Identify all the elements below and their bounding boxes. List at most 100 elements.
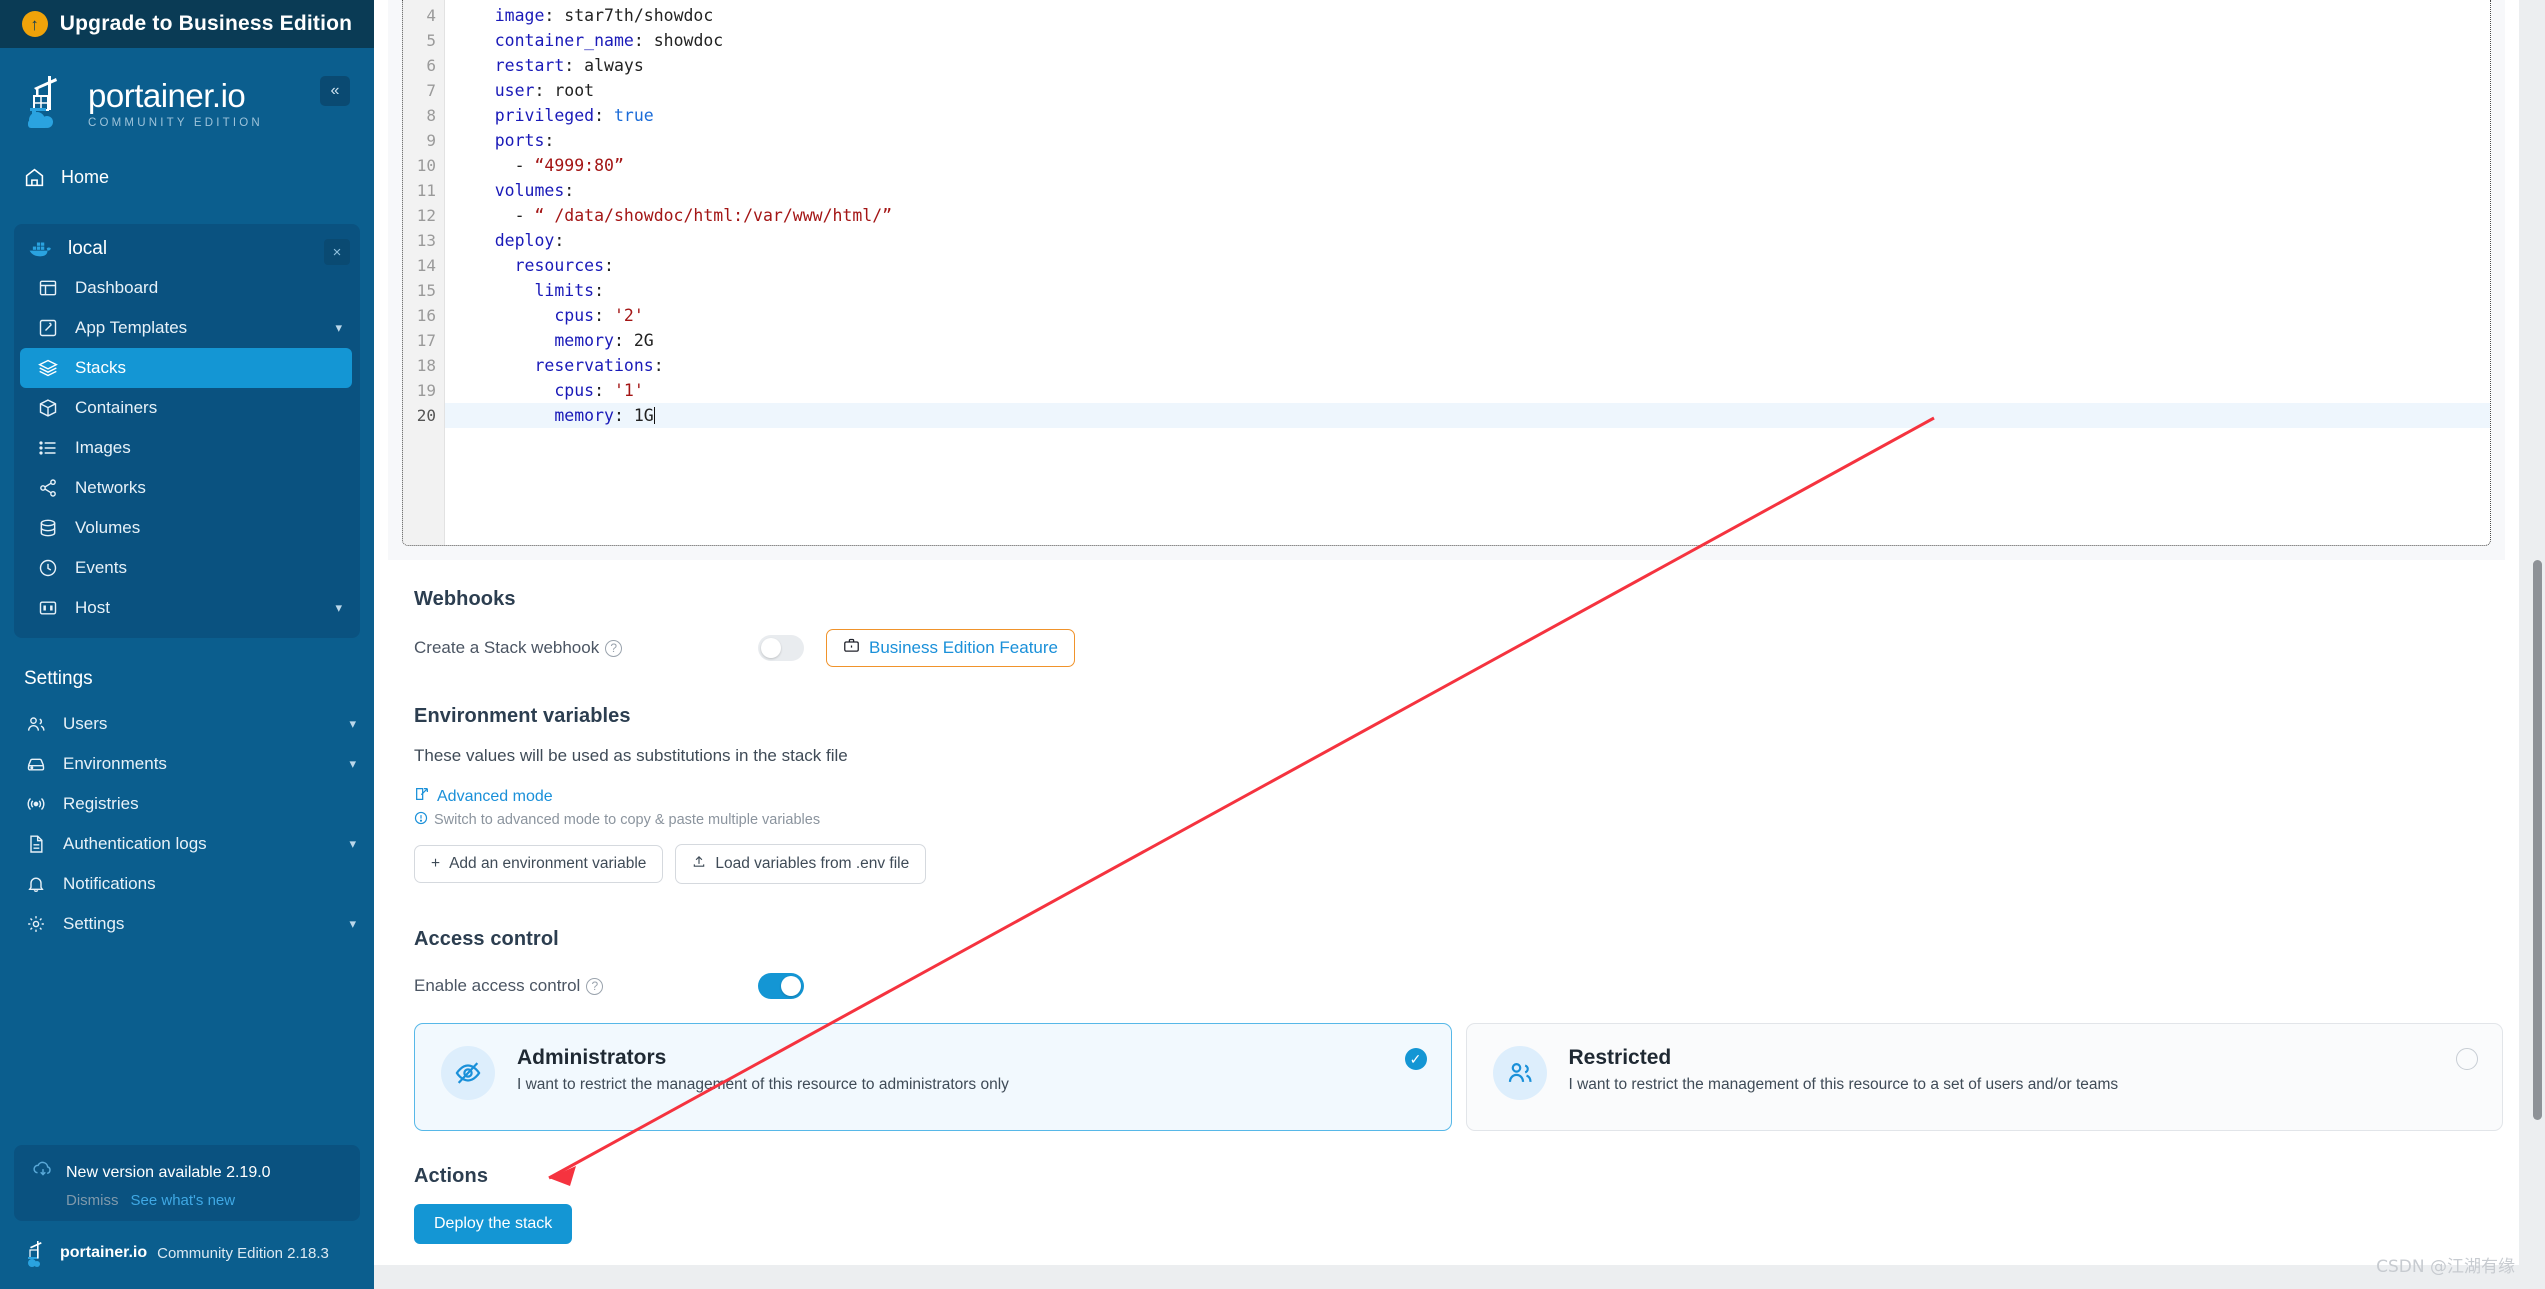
load-env-file-label: Load variables from .env file [715, 855, 910, 872]
editor-code-line[interactable]: - “ /data/showdoc/html:/var/www/html/” [445, 203, 2490, 228]
close-environment-button[interactable]: × [324, 239, 350, 265]
business-edition-badge-label: Business Edition Feature [869, 638, 1058, 657]
users-icon [24, 714, 48, 734]
editor-line-number: 17 [416, 331, 436, 350]
access-control-options: Administrators I want to restrict the man… [414, 1023, 2519, 1131]
editor-code-line[interactable]: privileged: true [445, 103, 2490, 128]
radio-empty-icon[interactable] [2456, 1048, 2478, 1070]
editor-code-line[interactable]: limits: [445, 278, 2490, 303]
check-circle-icon[interactable]: ✓ [1404, 1048, 1427, 1070]
layers-icon [36, 358, 60, 378]
advanced-mode-link[interactable]: Advanced mode [414, 786, 553, 807]
clock-icon [36, 558, 60, 578]
chevron-down-icon[interactable]: ▾ [349, 756, 356, 772]
sidebar-item-home[interactable]: Home [0, 156, 374, 198]
upload-icon [692, 854, 706, 874]
stack-webhook-toggle[interactable] [758, 635, 804, 661]
editor-code-line[interactable]: image: star7th/showdoc [445, 3, 2490, 28]
upgrade-banner-label: Upgrade to Business Edition [59, 12, 353, 35]
editor-code-line[interactable]: user: root [445, 78, 2490, 103]
sidebar-item-events[interactable]: Events [14, 548, 360, 588]
brand-subtitle: COMMUNITY EDITION [88, 117, 263, 129]
editor-code-line[interactable]: reservations: [445, 353, 2490, 378]
question-circle-icon[interactable]: ? [605, 639, 623, 657]
add-environment-variable-button[interactable]: + Add an environment variable [414, 845, 664, 883]
chevron-down-icon[interactable]: ▾ [349, 836, 356, 852]
editor-code-line[interactable]: container_name: showdoc [445, 28, 2490, 53]
sidebar-item-networks[interactable]: Networks [14, 468, 360, 508]
sidebar-item-app-templates[interactable]: App Templates ▾ [14, 308, 360, 348]
editor-code-line[interactable]: volumes: [445, 178, 2490, 203]
advanced-mode-hint: Switch to advanced mode to copy & paste … [414, 811, 2519, 828]
editor-code-line[interactable]: cpus: '2' [445, 303, 2490, 328]
editor-code-line[interactable]: memory: 1G [445, 403, 2490, 428]
sidebar-item-containers[interactable]: Containers [14, 388, 360, 428]
info-circle-icon [414, 811, 428, 828]
yaml-code-editor[interactable]: 4 5 6 7 8 9 10 11 12 13 14 15 16 17 18 19 20 image: star… [402, 0, 2491, 546]
settings-nav-list: Users ▾ Environments ▾ Registries Authenticat… [0, 704, 374, 944]
deploy-the-stack-button[interactable]: Deploy the stack [414, 1204, 573, 1244]
eye-off-icon [441, 1046, 495, 1100]
editor-code-line[interactable]: ports: [445, 128, 2490, 153]
sidebar-item-label: Volumes [75, 518, 141, 537]
editor-code-line[interactable]: resources: [445, 253, 2490, 278]
enable-access-control-toggle[interactable] [758, 973, 804, 999]
sidebar-item-label: Environments [63, 754, 167, 773]
environment-header[interactable]: local × [14, 230, 360, 268]
editor-line-number: 5 [426, 31, 436, 50]
sidebar-item-label: App Templates [75, 318, 188, 337]
access-control-option-administrators[interactable]: Administrators I want to restrict the man… [414, 1023, 1452, 1131]
sidebar-item-settings[interactable]: Settings ▾ [0, 904, 374, 944]
chevron-down-icon[interactable]: ▾ [335, 600, 342, 616]
toggle-knob [761, 638, 781, 658]
briefcase-icon [843, 637, 860, 659]
sidebar-item-environments[interactable]: Environments ▾ [0, 744, 374, 784]
sidebar: ↑ Upgrade to Business Edition portainer.… [0, 0, 374, 1289]
sidebar-item-label: Events [75, 558, 127, 577]
cube-icon [36, 398, 60, 418]
sidebar-item-stacks[interactable]: Stacks [20, 348, 352, 388]
upgrade-to-business-banner[interactable]: ↑ Upgrade to Business Edition [0, 0, 374, 48]
dashboard-icon [36, 278, 60, 298]
see-whats-new-link[interactable]: See what's new [131, 1192, 236, 1209]
load-env-file-button[interactable]: Load variables from .env file [675, 844, 927, 884]
environment-variables-section: Environment variables These values will … [374, 705, 2519, 884]
chevron-down-icon[interactable]: ▾ [349, 916, 356, 932]
dismiss-version-link[interactable]: Dismiss [66, 1192, 119, 1209]
share-nodes-icon [36, 478, 60, 498]
sidebar-item-volumes[interactable]: Volumes [14, 508, 360, 548]
access-control-option-restricted[interactable]: Restricted I want to restrict the managem… [1465, 1023, 2503, 1131]
sidebar-item-registries[interactable]: Registries [0, 784, 374, 824]
editor-code-area[interactable]: image: star7th/showdoc container_name: s… [445, 0, 2490, 545]
advanced-mode-hint-text: Switch to advanced mode to copy & paste … [434, 811, 821, 828]
sidebar-item-images[interactable]: Images [14, 428, 360, 468]
collapse-sidebar-button[interactable]: « [320, 76, 350, 106]
sidebar-item-dashboard[interactable]: Dashboard [14, 268, 360, 308]
portainer-logo-icon [26, 72, 74, 130]
editor-line-number: 7 [426, 81, 436, 100]
environment-name: local [68, 238, 108, 259]
actions-section: Actions Deploy the stack [374, 1165, 2519, 1244]
cloud-download-icon [32, 1159, 54, 1186]
sidebar-item-label: Authentication logs [63, 834, 207, 853]
access-control-section: Access control Enable access control ? A… [374, 928, 2519, 1131]
editor-line-number: 8 [426, 106, 436, 125]
bell-icon [24, 874, 48, 894]
editor-code-line[interactable]: - “4999:80” [445, 153, 2490, 178]
chevron-down-icon[interactable]: ▾ [349, 716, 356, 732]
sidebar-item-authentication-logs[interactable]: Authentication logs ▾ [0, 824, 374, 864]
editor-code-line[interactable]: cpus: '1' [445, 378, 2490, 403]
sidebar-item-notifications[interactable]: Notifications [0, 864, 374, 904]
page-scrollbar-thumb[interactable] [2533, 560, 2542, 1120]
editor-line-number: 13 [416, 231, 436, 250]
editor-code-line[interactable]: deploy: [445, 228, 2490, 253]
sidebar-item-host[interactable]: Host ▾ [14, 588, 360, 628]
editor-code-line[interactable]: memory: 2G [445, 328, 2490, 353]
question-circle-icon[interactable]: ? [586, 977, 604, 995]
business-edition-feature-badge[interactable]: Business Edition Feature [826, 629, 1075, 667]
arrow-up-circle-icon: ↑ [21, 11, 48, 37]
sidebar-item-users[interactable]: Users ▾ [0, 704, 374, 744]
editor-line-numbers: 4 5 6 7 8 9 10 11 12 13 14 15 16 17 18 19 20 [403, 0, 445, 545]
chevron-down-icon[interactable]: ▾ [335, 320, 342, 336]
editor-code-line[interactable]: restart: always [445, 53, 2490, 78]
